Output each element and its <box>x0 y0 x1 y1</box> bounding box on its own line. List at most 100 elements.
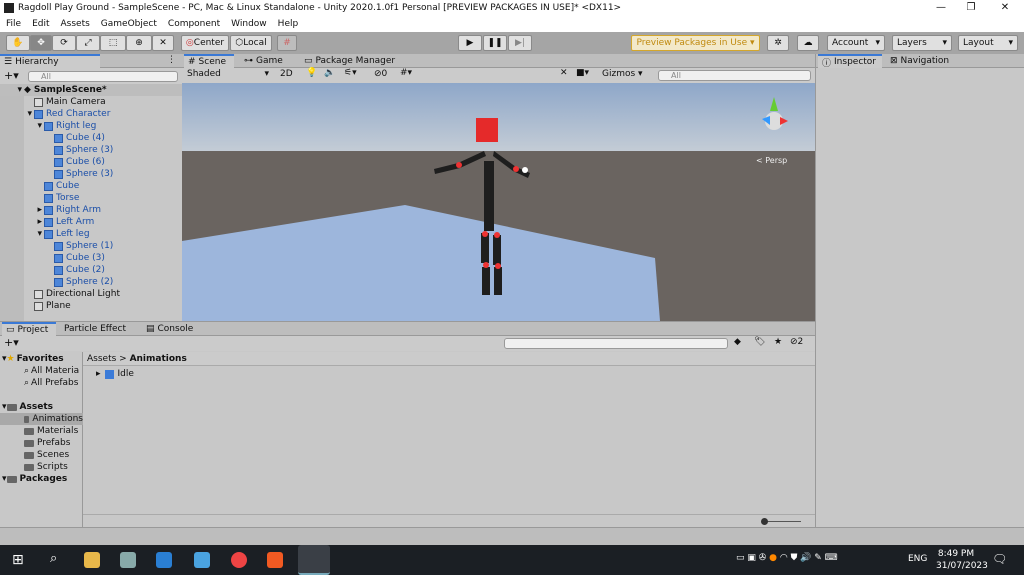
breadcrumb-assets[interactable]: Assets <box>87 354 116 364</box>
project-tree-item[interactable]: ▾ Packages <box>0 473 83 485</box>
hierarchy-item[interactable]: Cube (3) <box>0 252 182 264</box>
rect-tool-button[interactable]: ⬚ <box>100 35 126 51</box>
hierarchy-item[interactable]: Cube (6) <box>0 156 182 168</box>
project-tree-item[interactable]: ▾ ★ Favorites <box>0 353 83 365</box>
move-tool-button[interactable]: ✥ <box>30 35 52 51</box>
tab-inspector[interactable]: ⓘ Inspector <box>818 54 882 69</box>
hierarchy-item[interactable]: Cube (4) <box>0 132 182 144</box>
filter-label-icon[interactable]: 🏷 <box>754 337 765 347</box>
search-icon[interactable]: ⌕ <box>50 551 57 566</box>
effects-icon[interactable]: ⚟▾ <box>344 68 357 78</box>
hierarchy-item[interactable]: Sphere (3) <box>0 168 182 180</box>
scale-tool-button[interactable]: ⤢ <box>76 35 100 51</box>
tab-navigation[interactable]: ⊠ Navigation <box>886 54 953 68</box>
app-icon[interactable] <box>120 552 136 568</box>
hierarchy-item[interactable]: Torse <box>0 192 182 204</box>
hierarchy-search-input[interactable]: All <box>28 71 178 82</box>
photos-icon[interactable] <box>156 552 172 568</box>
minimize-button[interactable]: — <box>926 0 956 16</box>
hierarchy-item[interactable]: Cube (2) <box>0 264 182 276</box>
project-tree-item[interactable]: ⌕ All Prefabs <box>0 377 83 389</box>
project-tree-item[interactable]: Materials <box>0 425 83 437</box>
layout-dropdown[interactable]: Layout ▾ <box>958 35 1018 51</box>
pause-button[interactable]: ❚❚ <box>483 35 507 51</box>
tray-icons[interactable]: ▭ ▣ ✇ ● ◠ ⛊ 🔊 ✎ ⌨ <box>736 553 838 563</box>
menu-file[interactable]: File <box>6 19 21 29</box>
breadcrumb-animations[interactable]: Animations <box>130 354 187 364</box>
project-tree-item[interactable]: Scripts <box>0 461 83 473</box>
grid-icon[interactable]: #▾ <box>400 68 412 78</box>
expand-arrow-icon[interactable]: ▾ <box>0 121 44 131</box>
gizmos-dropdown[interactable]: Gizmos ▾ <box>602 69 643 79</box>
chrome-icon[interactable] <box>231 552 247 568</box>
grid-snap-button[interactable]: # <box>277 35 297 51</box>
account-dropdown[interactable]: Account ▾ <box>827 35 885 51</box>
filter-type-icon[interactable]: ◆ <box>734 337 741 347</box>
icon-size-slider[interactable] <box>763 521 801 522</box>
expand-arrow-icon[interactable]: ▸ <box>0 205 44 215</box>
hidden-packages-toggle[interactable]: ⊘2 <box>790 337 803 347</box>
hierarchy-item[interactable]: Plane <box>0 300 182 312</box>
add-button[interactable]: +▾ <box>4 69 19 82</box>
language-indicator[interactable]: ENG <box>908 554 927 564</box>
collab-icon[interactable]: ✲ <box>767 35 789 51</box>
audio-icon[interactable]: 🔈 <box>324 68 335 78</box>
rotate-tool-button[interactable]: ⟳ <box>52 35 76 51</box>
play-button[interactable]: ▶ <box>458 35 482 51</box>
hierarchy-item[interactable]: Directional Light <box>0 288 182 300</box>
hierarchy-item[interactable]: ▾ ◆ SampleScene* <box>0 84 182 96</box>
hierarchy-item[interactable]: ▾ Left leg <box>0 228 182 240</box>
file-item-idle[interactable]: ▸ Idle <box>96 368 134 380</box>
slider-handle[interactable] <box>761 518 768 525</box>
custom-tool-button[interactable]: ✕ <box>152 35 174 51</box>
hierarchy-item[interactable]: Sphere (3) <box>0 144 182 156</box>
pivot-center-button[interactable]: ◎ Center <box>181 35 229 51</box>
menu-window[interactable]: Window <box>231 19 267 29</box>
create-button[interactable]: +▾ <box>4 336 19 349</box>
tab-console[interactable]: ▤ Console <box>142 322 197 336</box>
windows-start-icon[interactable]: ⊞ <box>12 552 24 568</box>
hierarchy-item[interactable]: ▸ Left Arm <box>0 216 182 228</box>
clock[interactable]: 8:49 PM 31/07/2023 <box>936 548 988 572</box>
project-search-input[interactable] <box>504 338 728 349</box>
step-button[interactable]: ▶| <box>508 35 532 51</box>
project-tree-item[interactable]: Animations <box>0 413 83 425</box>
brave-icon[interactable] <box>267 552 283 568</box>
lock-icon[interactable]: ⋮ <box>167 55 176 65</box>
favorite-icon[interactable]: ★ <box>774 337 782 347</box>
scene-viewport[interactable]: < Persp <box>182 83 815 321</box>
transform-tool-button[interactable]: ⊕ <box>126 35 152 51</box>
hierarchy-item[interactable]: Main Camera <box>0 96 182 108</box>
expand-arrow-icon[interactable]: ▾ <box>0 229 44 239</box>
hierarchy-item[interactable]: ▾ Red Character <box>0 108 182 120</box>
tab-particle-effect[interactable]: Particle Effect <box>60 322 130 336</box>
app-icon[interactable] <box>194 552 210 568</box>
layers-dropdown[interactable]: Layers ▾ <box>892 35 952 51</box>
file-explorer-icon[interactable] <box>84 552 100 568</box>
tab-game[interactable]: ⊶ Game <box>240 54 287 68</box>
menu-edit[interactable]: Edit <box>32 19 49 29</box>
tab-hierarchy[interactable]: ☰ Hierarchy <box>0 54 100 68</box>
pivot-local-button[interactable]: ⬡ Local <box>230 35 272 51</box>
tab-scene[interactable]: # Scene <box>184 54 234 68</box>
menu-component[interactable]: Component <box>168 19 220 29</box>
tab-package-manager[interactable]: ▭ Package Manager <box>300 54 399 68</box>
scene-search-input[interactable]: All <box>658 70 811 81</box>
menu-help[interactable]: Help <box>278 19 299 29</box>
hidden-objects-toggle[interactable]: ⊘0 <box>374 69 387 79</box>
project-tree-item[interactable]: ⌕ All Materia <box>0 365 83 377</box>
hierarchy-item[interactable]: Cube <box>0 180 182 192</box>
expand-arrow-icon[interactable]: ▾ <box>0 85 24 95</box>
close-button[interactable]: ✕ <box>990 0 1020 16</box>
hand-tool-button[interactable]: ✋ <box>6 35 30 51</box>
notifications-icon[interactable]: 🗨 <box>992 552 1007 566</box>
expand-arrow-icon[interactable]: ▸ <box>0 217 44 227</box>
menu-gameobject[interactable]: GameObject <box>101 19 157 29</box>
project-tree-item[interactable]: Scenes <box>0 449 83 461</box>
lighting-icon[interactable]: 💡 <box>306 68 317 78</box>
persp-label[interactable]: < Persp <box>756 156 787 165</box>
unity-taskbar-icon[interactable] <box>298 545 330 575</box>
tools-icon[interactable]: ✕ <box>560 68 568 78</box>
camera-icon[interactable]: ■▾ <box>576 68 589 78</box>
hierarchy-item[interactable]: Sphere (2) <box>0 276 182 288</box>
